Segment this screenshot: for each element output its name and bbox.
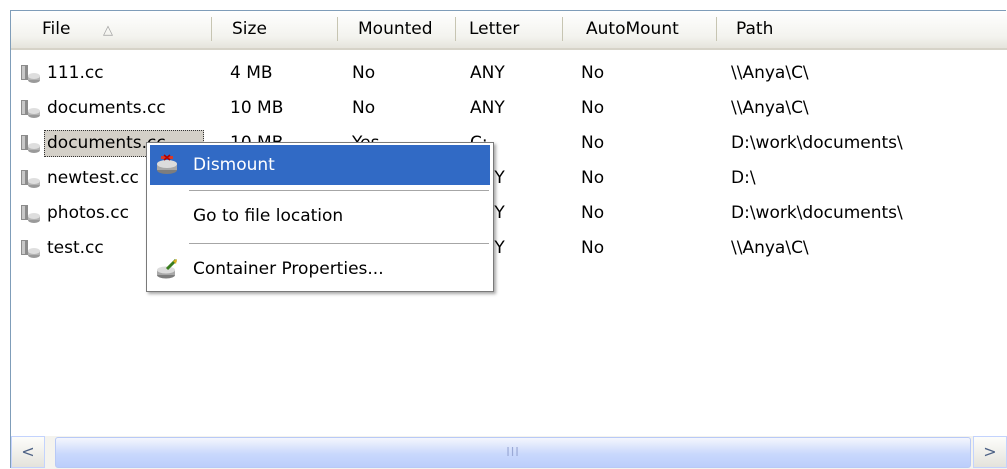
column-letter[interactable]: Letter	[469, 11, 519, 48]
menu-separator	[189, 243, 489, 244]
menu-item-label: Container Properties...	[193, 259, 384, 279]
container-file-icon	[21, 205, 40, 223]
column-divider[interactable]	[455, 17, 456, 41]
mounted-status: No	[352, 98, 376, 118]
mounted-status: No	[352, 63, 376, 83]
container-file-icon	[21, 100, 40, 118]
automount-status: No	[581, 168, 605, 188]
column-file[interactable]: File	[42, 11, 70, 48]
menu-separator	[189, 190, 489, 191]
menu-item-label: Dismount	[193, 155, 275, 175]
menu-item-label: Go to file location	[193, 206, 344, 226]
container-path: \\Anya\C\	[731, 63, 809, 83]
drive-letter: ANY	[470, 63, 505, 83]
automount-status: No	[581, 203, 605, 223]
column-path[interactable]: Path	[736, 11, 773, 48]
automount-status: No	[581, 98, 605, 118]
context-menu: Dismount Go to file location Container P…	[146, 142, 494, 292]
column-divider[interactable]	[337, 17, 338, 41]
column-divider[interactable]	[562, 17, 563, 41]
container-path: \\Anya\C\	[731, 98, 809, 118]
container-file-icon	[21, 135, 40, 153]
column-divider[interactable]	[716, 17, 717, 41]
container-path: \\Anya\C\	[731, 238, 809, 258]
file-name: newtest.cc	[47, 168, 139, 188]
container-path: D:\work\documents\	[731, 203, 903, 223]
column-automount[interactable]: AutoMount	[586, 11, 679, 48]
column-mounted[interactable]: Mounted	[358, 11, 433, 48]
file-size: 10 MB	[230, 98, 284, 118]
file-name: photos.cc	[47, 203, 129, 223]
drive-letter: ANY	[470, 98, 505, 118]
table-row[interactable]: documents.cc 10 MB No ANY No \\Anya\C\	[11, 91, 1007, 126]
menu-item-dismount[interactable]: Dismount	[150, 145, 490, 185]
horizontal-scrollbar[interactable]: < III >	[11, 436, 1007, 469]
automount-status: No	[581, 238, 605, 258]
file-name: documents.cc	[47, 98, 166, 118]
column-divider[interactable]	[211, 17, 212, 41]
file-name: 111.cc	[47, 63, 104, 83]
properties-icon	[157, 258, 178, 279]
scroll-right-button[interactable]: >	[973, 436, 1007, 468]
scroll-thumb[interactable]: III	[55, 437, 971, 468]
menu-item-container-properties[interactable]: Container Properties...	[150, 249, 490, 289]
scroll-left-button[interactable]: <	[11, 436, 45, 468]
menu-item-go-to-file-location[interactable]: Go to file location	[150, 196, 490, 236]
container-file-icon	[21, 65, 40, 83]
container-file-icon	[21, 240, 40, 258]
column-size[interactable]: Size	[232, 11, 267, 48]
automount-status: No	[581, 63, 605, 83]
scroll-thumb-grip: III	[506, 445, 520, 459]
sort-ascending-icon: △	[103, 23, 113, 38]
column-header: File △ Size Mounted Letter AutoMount Pat…	[11, 11, 1007, 50]
container-path: D:\work\documents\	[731, 133, 903, 153]
table-row[interactable]: 111.cc 4 MB No ANY No \\Anya\C\	[11, 56, 1007, 91]
container-path: D:\	[731, 168, 756, 188]
automount-status: No	[581, 133, 605, 153]
dismount-icon	[157, 154, 177, 174]
container-file-icon	[21, 170, 40, 188]
file-size: 4 MB	[230, 63, 273, 83]
file-name: test.cc	[47, 238, 104, 258]
